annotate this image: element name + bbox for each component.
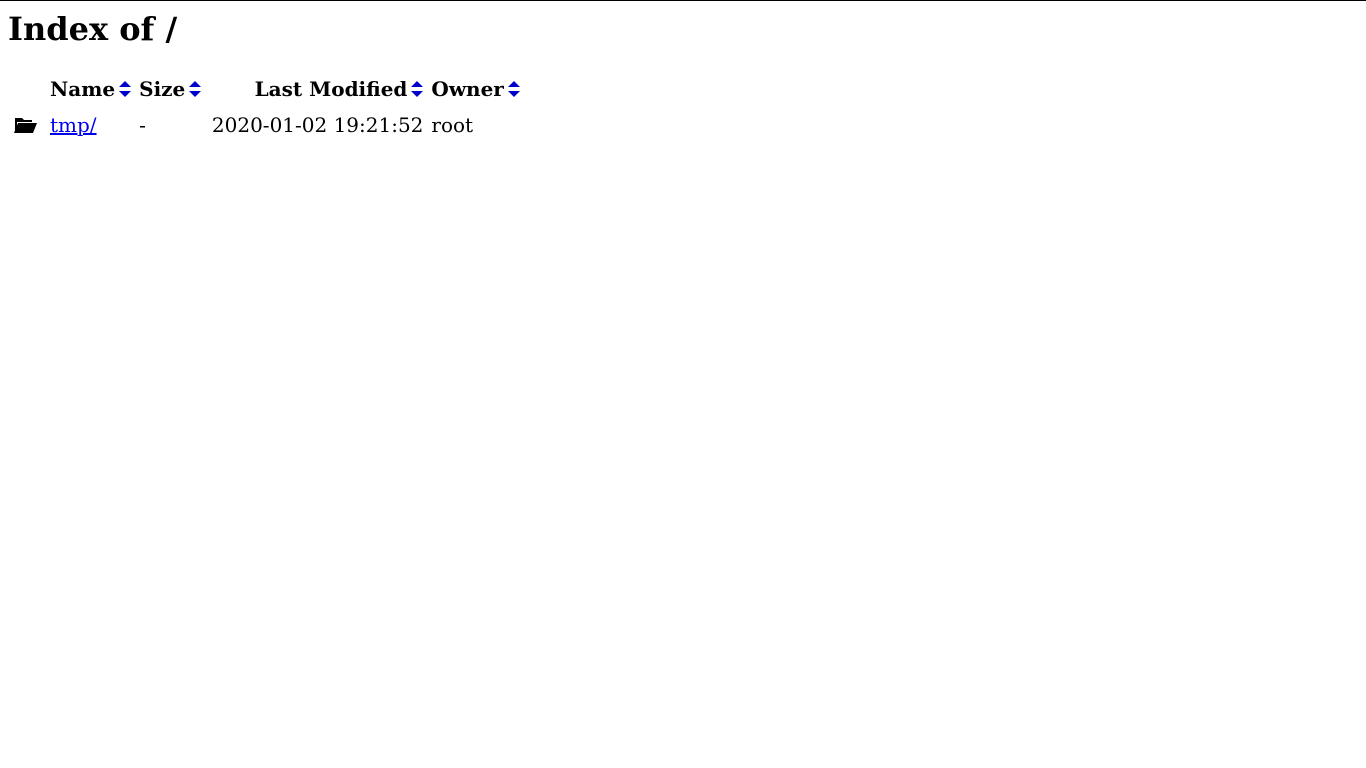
file-listing-table: Name Size Last Modified Owner tmp/ - 202… [4,71,526,143]
entry-link[interactable]: tmp/ [50,113,97,137]
table-header-row: Name Size Last Modified Owner [8,71,522,107]
icon-column-header [8,71,44,107]
page-title: Index of / [8,10,178,48]
sort-arrows-icon[interactable] [119,80,132,98]
column-header-owner-label: Owner [431,77,504,101]
entry-owner-cell: root [431,113,474,137]
sort-arrows-icon[interactable] [189,80,202,98]
sort-arrows-icon[interactable] [411,80,424,98]
column-header-size[interactable]: Size [137,71,206,107]
column-header-last-modified-label: Last Modified [254,77,408,101]
entry-name-cell: tmp/ [48,107,133,143]
entry-size-cell: - [139,113,146,137]
table-row: tmp/ - 2020-01-02 19:21:52 root [8,107,522,143]
folder-open-icon [14,117,37,133]
column-header-last-modified[interactable]: Last Modified [210,71,426,107]
sort-arrows-icon[interactable] [507,80,520,98]
column-header-name[interactable]: Name [48,71,133,107]
column-header-name-label: Name [50,77,116,101]
entry-icon-cell [8,107,44,143]
entry-last-modified-cell: 2020-01-02 19:21:52 [211,113,424,137]
column-header-owner[interactable]: Owner [429,71,521,107]
column-header-size-label: Size [139,77,186,101]
